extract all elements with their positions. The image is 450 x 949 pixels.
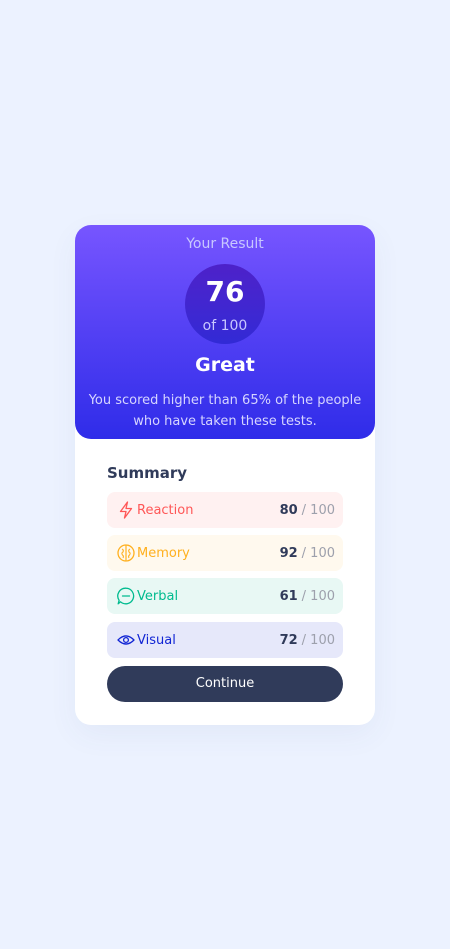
score-circle: 76 of 100 [185,264,265,344]
summary-item-score: 61 [279,588,298,604]
lightning-icon [117,501,135,519]
summary-item-reaction: Reaction 80 / 100 [107,492,343,528]
result-description: You scored higher than 65% of the people… [88,393,362,429]
summary-item-max: / 100 [301,502,335,518]
summary-item-score: 72 [279,632,298,648]
eye-icon [117,631,135,649]
chat-bubble-icon [117,587,135,605]
summary-item-label: Memory [137,545,190,561]
summary-item-label: Visual [137,632,176,648]
summary-item-score: 80 [279,502,298,518]
score-of-label: of 100 [202,318,248,334]
summary-item-memory: Memory 92 / 100 [107,535,343,571]
result-title: Your Result [186,236,264,252]
summary-item-max: / 100 [301,632,335,648]
brain-icon [117,544,135,562]
summary-item-label: Verbal [137,588,179,604]
result-panel: Your Result 76 of 100 Great You scored h… [75,225,375,439]
summary-item-max: / 100 [301,588,335,604]
results-summary-card: Your Result 76 of 100 Great You scored h… [75,225,375,725]
summary-item-verbal: Verbal 61 / 100 [107,578,343,614]
continue-button[interactable]: Continue [107,666,343,702]
summary-item-score: 92 [279,545,298,561]
rating-label: Great [195,354,255,376]
summary-item-visual: Visual 72 / 100 [107,622,343,658]
summary-item-max: / 100 [301,545,335,561]
summary-title: Summary [107,464,188,482]
score-value: 76 [205,275,245,308]
summary-item-label: Reaction [137,502,194,518]
